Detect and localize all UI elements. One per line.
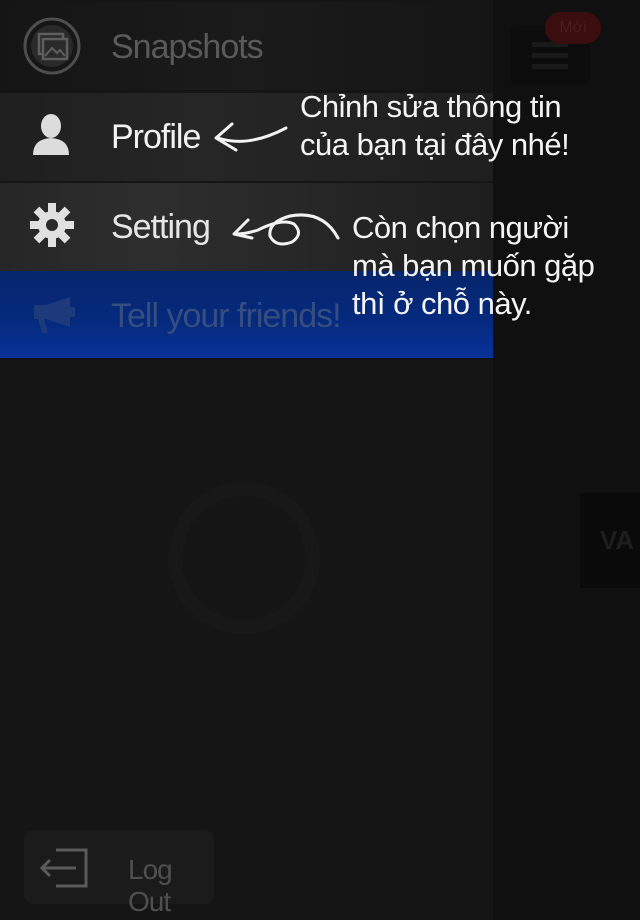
- gear-icon: [30, 203, 74, 247]
- menu-item-label: Snapshots: [111, 28, 264, 66]
- photos-icon: [23, 17, 81, 75]
- logout-button[interactable]: Log Out: [24, 830, 214, 917]
- menu-item-label: Setting: [111, 208, 211, 246]
- setting-hint-arrow-icon: [232, 213, 340, 246]
- setting-hint-text: Còn chọn người mà bạn muốn gặp thì ở chỗ…: [352, 210, 595, 321]
- logout-label: Log Out: [128, 854, 173, 917]
- profile-hint-arrow-icon: [214, 122, 288, 152]
- logout-icon: [39, 848, 88, 888]
- menu-item-label: Profile: [111, 118, 201, 156]
- menu-item-snapshots[interactable]: Snapshots: [0, 2, 493, 90]
- profile-hint-text: Chỉnh sửa thông tin của bạn tại đây nhé!: [300, 89, 570, 162]
- background-card: VA: [580, 493, 640, 588]
- user-icon: [33, 114, 69, 155]
- background-logo: [168, 482, 320, 634]
- megaphone-icon: [34, 297, 75, 333]
- menu-item-label: Tell your friends!: [111, 297, 342, 335]
- notification-badge: Mới: [545, 12, 601, 44]
